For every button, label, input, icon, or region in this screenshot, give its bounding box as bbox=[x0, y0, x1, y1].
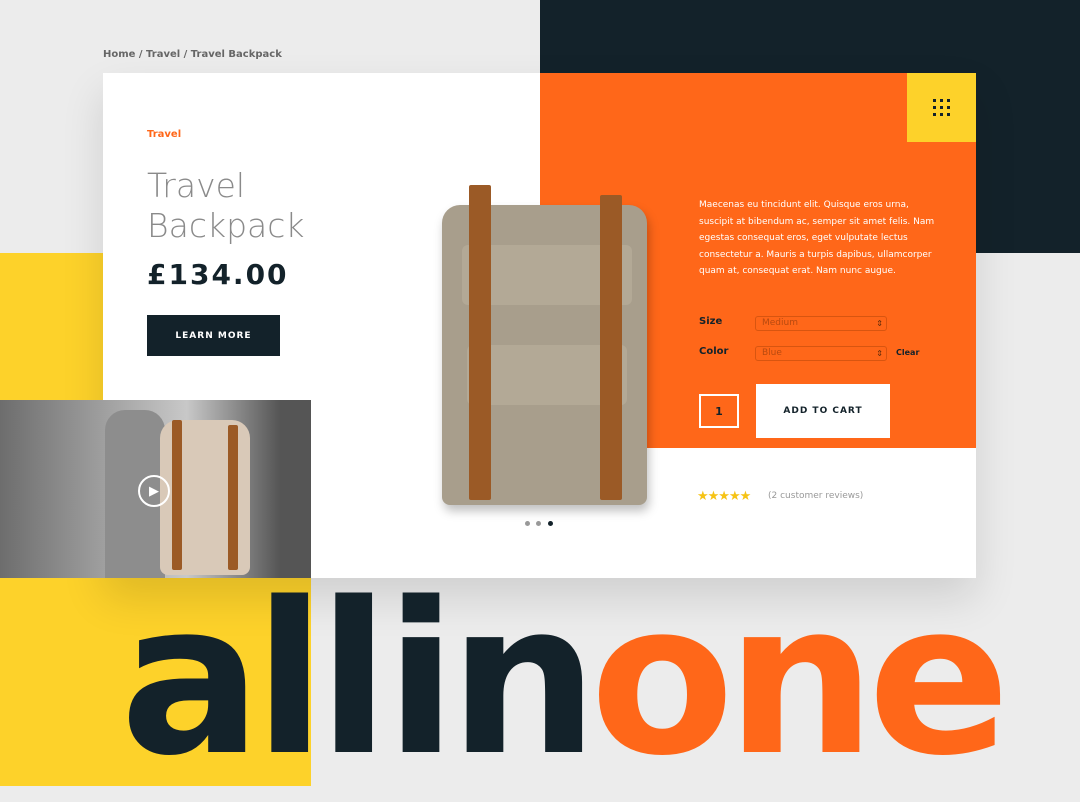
product-category[interactable]: Travel bbox=[147, 129, 181, 140]
carousel-dot[interactable] bbox=[525, 521, 530, 526]
learn-more-button[interactable]: LEARN MORE bbox=[147, 315, 280, 356]
carousel-dot-active[interactable] bbox=[548, 521, 553, 526]
breadcrumb[interactable]: Home / Travel / Travel Backpack bbox=[103, 49, 282, 60]
quantity-input[interactable]: 1 bbox=[699, 394, 739, 428]
clear-link[interactable]: Clear bbox=[896, 348, 919, 357]
play-icon[interactable]: ▶ bbox=[138, 475, 170, 507]
product-title: Travel Backpack bbox=[147, 166, 305, 245]
reviews-link[interactable]: (2 customer reviews) bbox=[768, 491, 863, 501]
color-select[interactable]: Blue bbox=[755, 346, 887, 361]
headline-word: one bbox=[590, 557, 1010, 802]
star-rating: ★★★★★ bbox=[697, 489, 751, 504]
product-price: £134.00 bbox=[147, 258, 289, 291]
size-label: Size bbox=[699, 316, 723, 327]
product-description: Maecenas eu tincidunt elit. Quisque eros… bbox=[699, 200, 935, 277]
headline-word: in bbox=[385, 557, 599, 802]
grid-menu-icon[interactable] bbox=[907, 73, 976, 142]
size-select[interactable]: Medium bbox=[755, 316, 887, 331]
product-image bbox=[432, 185, 657, 510]
color-label: Color bbox=[699, 346, 729, 357]
lifestyle-video-thumbnail[interactable]: ▶ bbox=[0, 400, 311, 578]
add-to-cart-button[interactable]: ADD TO CART bbox=[756, 384, 890, 438]
carousel-dot[interactable] bbox=[536, 521, 541, 526]
yellow-block bbox=[0, 253, 103, 400]
headline-word: all bbox=[120, 557, 390, 802]
